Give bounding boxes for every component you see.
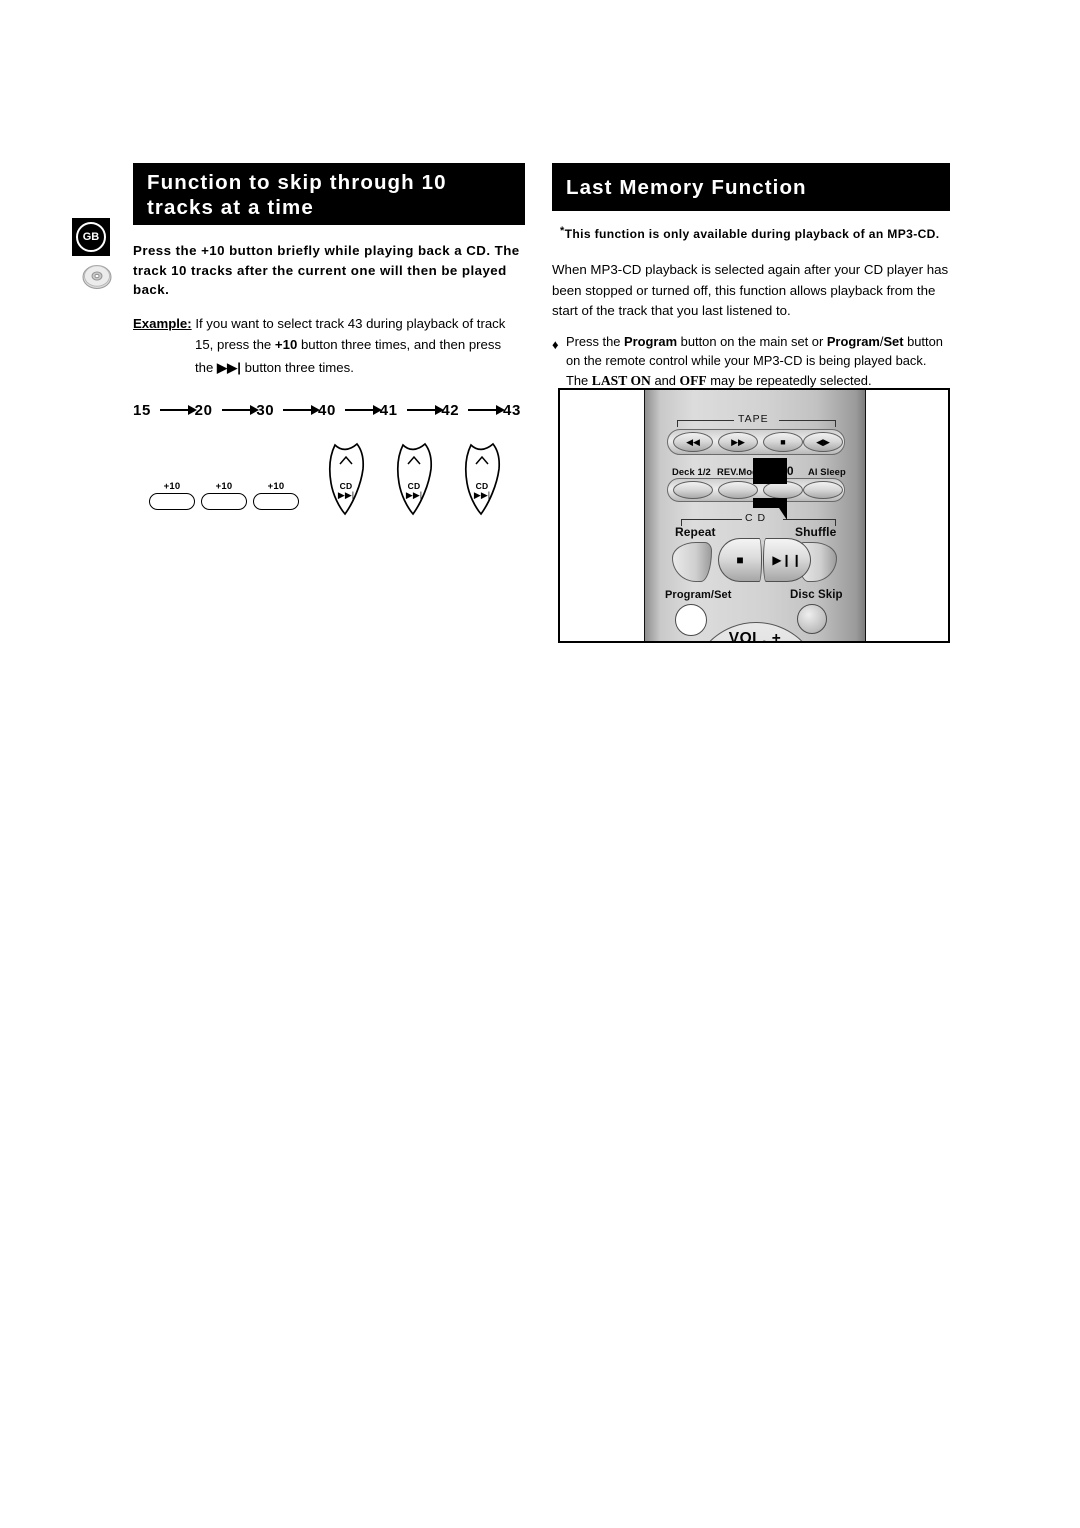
left-section-heading: Function to skip through 10 tracks at a … xyxy=(133,163,525,225)
plus10-button-label: +10 xyxy=(163,480,181,492)
bullet-line3-part-c: and xyxy=(650,372,680,388)
bullet-line3-part-a: The xyxy=(566,372,592,388)
program-set-program-name: Program xyxy=(826,333,880,349)
cd-skip-button-illustration: CD ▶▶| xyxy=(387,441,441,517)
arrow-right-icon xyxy=(160,405,197,415)
plus10-button-shape xyxy=(201,492,247,510)
example-line-3: the ▶▶| button three times. xyxy=(133,357,525,378)
track-number: 41 xyxy=(379,401,398,419)
tape-group-bracket-right xyxy=(779,420,836,427)
callout-arrow-icon xyxy=(753,458,787,520)
al-sleep-button-label: Al Sleep xyxy=(808,466,846,477)
program-set-button-label: Program/Set xyxy=(665,589,732,601)
cd-skip-button-shape xyxy=(328,442,365,515)
plus10-button-label: +10 xyxy=(215,480,233,492)
example-block: Example: If you want to select track 43 … xyxy=(133,313,525,378)
al-sleep-button[interactable] xyxy=(803,481,843,499)
instruction-bullet: ♦ Press the Program button on the main s… xyxy=(552,332,950,391)
plus10-button-shape xyxy=(253,492,299,510)
rewind-icon: ◀◀ xyxy=(686,436,700,447)
play-pause-icon: ▶❙❙ xyxy=(772,553,802,567)
cd-disc-icon xyxy=(80,262,114,292)
arrow-right-icon xyxy=(283,405,320,415)
track-number: 43 xyxy=(503,401,521,419)
plus10-button-shape xyxy=(149,492,195,510)
track-number: 30 xyxy=(256,401,275,419)
right-column: Last Memory Function *This function is o… xyxy=(552,163,950,390)
plus10-button-illustration: +10 xyxy=(149,481,195,510)
tape-group-label: TAPE xyxy=(738,413,769,425)
arrow-right-icon xyxy=(345,405,382,415)
cd-skip-cd-label: CD xyxy=(407,480,421,491)
shuffle-button-label: Shuffle xyxy=(795,525,837,539)
remote-control-figure: TAPE ◀◀ ▶▶ ■ ◀▶ Deck 1/2 REV.Mode +10 Al… xyxy=(558,388,950,643)
tape-direction-button[interactable]: ◀▶ xyxy=(803,432,843,452)
repeat-button-label: Repeat xyxy=(675,525,716,539)
tape-fast-forward-button[interactable]: ▶▶ xyxy=(718,432,758,452)
track-number: 40 xyxy=(318,401,336,419)
cd-skip-cd-label: CD xyxy=(339,480,353,491)
next-track-icon: ▶▶| xyxy=(473,489,491,500)
arrow-right-icon xyxy=(406,405,444,415)
remote-control-body: TAPE ◀◀ ▶▶ ■ ◀▶ Deck 1/2 REV.Mode +10 Al… xyxy=(644,390,866,643)
stop-icon: ■ xyxy=(736,553,744,567)
cd-skip-cd-label: CD xyxy=(475,480,489,491)
left-column: Function to skip through 10 tracks at a … xyxy=(133,163,525,547)
arrow-right-icon xyxy=(468,405,505,415)
bullet-line1-part-c: button on the main set or xyxy=(677,333,827,349)
availability-note-text: This function is only available during p… xyxy=(564,227,940,241)
right-body-paragraph: When MP3-CD playback is selected again a… xyxy=(552,262,949,318)
deck-button-label: Deck 1/2 xyxy=(672,466,711,477)
direction-icon: ◀▶ xyxy=(816,436,830,447)
next-track-glyph-icon: ▶▶| xyxy=(217,359,241,375)
program-set-set-name: Set xyxy=(883,333,904,349)
plus10-button-illustration: +10 xyxy=(253,481,299,510)
diamond-bullet-icon: ♦ xyxy=(552,336,559,352)
example-line-2: 15, press the +10 button three times, an… xyxy=(133,334,525,355)
availability-note: *This function is only available during … xyxy=(552,225,950,241)
repeat-button[interactable] xyxy=(672,542,712,582)
cd-skip-button-shape xyxy=(396,442,433,515)
right-section-heading: Last Memory Function xyxy=(552,163,950,211)
cd-skip-button-shape xyxy=(464,442,501,515)
bullet-line3-part-e: may be repeatedly selected. xyxy=(706,372,872,388)
disc-skip-button-label: Disc Skip xyxy=(790,589,843,601)
track-number: 20 xyxy=(194,401,213,419)
bullet-line-2: on the remote control while your MP3-CD … xyxy=(566,353,927,368)
next-track-icon: ▶▶| xyxy=(405,489,423,500)
bullet-line-1: Press the Program button on the main set… xyxy=(566,332,950,352)
example-line2-part-c: button three times, and then press xyxy=(297,336,502,352)
example-line3-part-c: button three times. xyxy=(240,359,354,375)
left-intro-paragraph: Press the +10 button briefly while playi… xyxy=(133,243,520,297)
deck-button[interactable] xyxy=(673,481,713,499)
button-press-diagram: +10 +10 +10 CD ▶▶| CD ▶▶| CD ▶▶| xyxy=(133,442,525,547)
stop-icon: ■ xyxy=(780,437,786,447)
example-label: Example: xyxy=(133,315,192,331)
example-line-1: If you want to select track 43 during pl… xyxy=(195,315,506,331)
next-track-icon: ▶▶| xyxy=(337,489,355,500)
example-line3-part-a: the xyxy=(195,359,217,375)
bullet-line1-part-a: Press the xyxy=(566,333,625,349)
tape-stop-button[interactable]: ■ xyxy=(763,432,803,452)
track-sequence: 15 20 30 40 41 42 43 xyxy=(133,402,525,419)
language-badge-label: GB xyxy=(76,222,106,252)
fast-forward-icon: ▶▶ xyxy=(731,436,745,447)
volume-label: VOL. + xyxy=(728,630,782,643)
cd-skip-button-illustration: CD ▶▶| xyxy=(455,441,509,517)
bullet-line1-part-g: button xyxy=(903,333,943,349)
last-on-label: LAST ON xyxy=(591,372,651,388)
tape-rewind-button[interactable]: ◀◀ xyxy=(673,432,713,452)
track-number: 42 xyxy=(441,401,460,419)
plus10-button-illustration: +10 xyxy=(201,481,247,510)
track-number: 15 xyxy=(133,401,151,419)
arrow-right-icon xyxy=(221,405,259,415)
example-line2-plus10: +10 xyxy=(274,336,298,352)
cd-skip-button-illustration: CD ▶▶| xyxy=(319,441,373,517)
tape-group-bracket-left xyxy=(677,420,734,427)
off-label: OFF xyxy=(679,372,707,388)
plus10-button-label: +10 xyxy=(267,480,285,492)
language-badge: GB xyxy=(72,218,110,256)
program-button-name: Program xyxy=(624,333,678,349)
example-line2-part-a: 15, press the xyxy=(195,336,275,352)
